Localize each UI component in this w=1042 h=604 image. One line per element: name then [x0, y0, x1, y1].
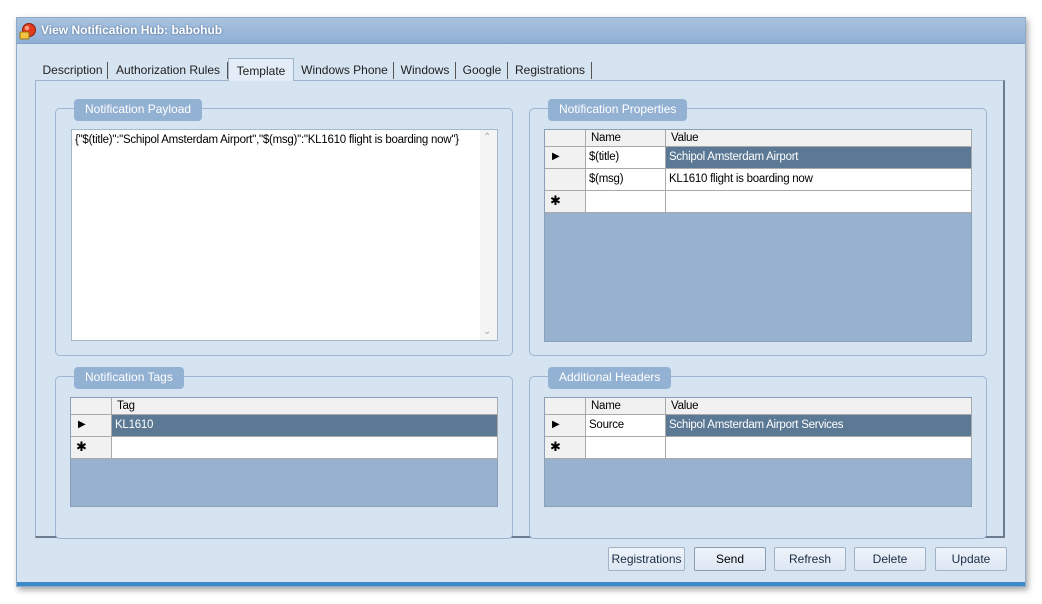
group-label: Notification Tags [74, 367, 184, 389]
new-row-icon: ✱ [550, 439, 561, 454]
new-row-value-cell[interactable] [666, 437, 972, 459]
current-row-icon: ▶ [552, 151, 560, 162]
properties-grid[interactable]: Name Value ▶ $(title) Schipol Amsterdam … [544, 129, 972, 342]
header-name-cell[interactable]: Source [586, 415, 666, 437]
tab-description[interactable]: Description [37, 60, 108, 81]
tab-label: Windows [400, 63, 450, 77]
group-label: Additional Headers [548, 367, 672, 389]
scroll-up-arrow-icon[interactable]: ⌃ [483, 132, 491, 143]
header-value-cell[interactable]: Schipol Amsterdam Airport Services [666, 415, 972, 437]
new-row-icon: ✱ [76, 439, 87, 454]
tab-registrations[interactable]: Registrations [508, 60, 592, 81]
payload-textarea[interactable]: {"$(title)":"Schipol Amsterdam Airport",… [71, 129, 498, 341]
property-value-cell[interactable]: Schipol Amsterdam Airport [666, 147, 972, 169]
grid-corner [71, 398, 112, 415]
row-header[interactable] [545, 169, 586, 191]
group-label: Notification Payload [74, 99, 203, 121]
delete-button[interactable]: Delete [854, 547, 926, 571]
title-bar: View Notification Hub: babohub [17, 18, 1025, 44]
new-tag-cell[interactable] [112, 437, 498, 459]
property-name-cell[interactable]: $(msg) [586, 169, 666, 191]
send-button[interactable]: Send [694, 547, 766, 571]
registrations-button[interactable]: Registrations [608, 547, 685, 571]
scroll-down-arrow-icon[interactable]: ⌄ [483, 326, 491, 337]
new-row-name-cell[interactable] [586, 437, 666, 459]
new-row-icon: ✱ [550, 193, 561, 208]
current-row-icon: ▶ [552, 419, 560, 430]
row-header-current[interactable]: ▶ [545, 415, 586, 437]
tags-grid[interactable]: Tag ▶ KL1610 ✱ [70, 397, 498, 507]
tab-label: Registrations [514, 63, 586, 77]
row-header-new[interactable]: ✱ [545, 437, 586, 459]
notification-payload-group: Notification Payload {"$(title)":"Schipo… [55, 99, 513, 356]
new-row-value-cell[interactable] [666, 191, 972, 213]
tab-template[interactable]: Template [228, 58, 294, 81]
column-header-name[interactable]: Name [586, 398, 666, 415]
current-row-icon: ▶ [78, 419, 86, 430]
tab-label: Windows Phone [301, 63, 388, 77]
tab-google[interactable]: Google [456, 60, 508, 81]
tag-cell[interactable]: KL1610 [112, 415, 498, 437]
tab-windows-phone[interactable]: Windows Phone [295, 60, 394, 81]
update-button[interactable]: Update [935, 547, 1007, 571]
column-header-value[interactable]: Value [666, 130, 972, 147]
tab-authorization-rules[interactable]: Authorization Rules [108, 60, 228, 81]
window-bottom-accent [17, 582, 1025, 586]
group-label: Notification Properties [548, 99, 688, 121]
notification-properties-group: Notification Properties Name Value ▶ $(t… [529, 99, 987, 356]
column-header-value[interactable]: Value [666, 398, 972, 415]
property-value-cell[interactable]: KL1610 flight is boarding now [666, 169, 972, 191]
grid-corner [545, 130, 586, 147]
refresh-button[interactable]: Refresh [774, 547, 846, 571]
app-icon [19, 23, 36, 40]
grid-corner [545, 398, 586, 415]
row-header-new[interactable]: ✱ [71, 437, 112, 459]
column-header-tag[interactable]: Tag [112, 398, 498, 415]
new-row-name-cell[interactable] [586, 191, 666, 213]
notification-tags-group: Notification Tags Tag ▶ KL1610 ✱ [55, 367, 513, 539]
additional-headers-group: Additional Headers Name Value ▶ Source S… [529, 367, 987, 539]
tab-label: Template [236, 64, 286, 78]
row-header-new[interactable]: ✱ [545, 191, 586, 213]
column-header-name[interactable]: Name [586, 130, 666, 147]
row-header-current[interactable]: ▶ [71, 415, 112, 437]
property-name-cell[interactable]: $(title) [586, 147, 666, 169]
notification-hub-window: View Notification Hub: babohub Descripti… [16, 17, 1026, 587]
window-title: View Notification Hub: babohub [41, 23, 223, 37]
tab-label: Authorization Rules [115, 63, 221, 77]
tab-label: Google [462, 63, 502, 77]
payload-scrollbar[interactable]: ⌃ ⌄ [480, 130, 497, 340]
payload-value: {"$(title)":"Schipol Amsterdam Airport",… [75, 134, 459, 146]
tab-windows[interactable]: Windows [394, 60, 456, 81]
tab-label: Description [42, 63, 103, 77]
template-tab-page: Notification Payload {"$(title)":"Schipo… [35, 80, 1005, 539]
row-header-current[interactable]: ▶ [545, 147, 586, 169]
headers-grid[interactable]: Name Value ▶ Source Schipol Amsterdam Ai… [544, 397, 972, 507]
